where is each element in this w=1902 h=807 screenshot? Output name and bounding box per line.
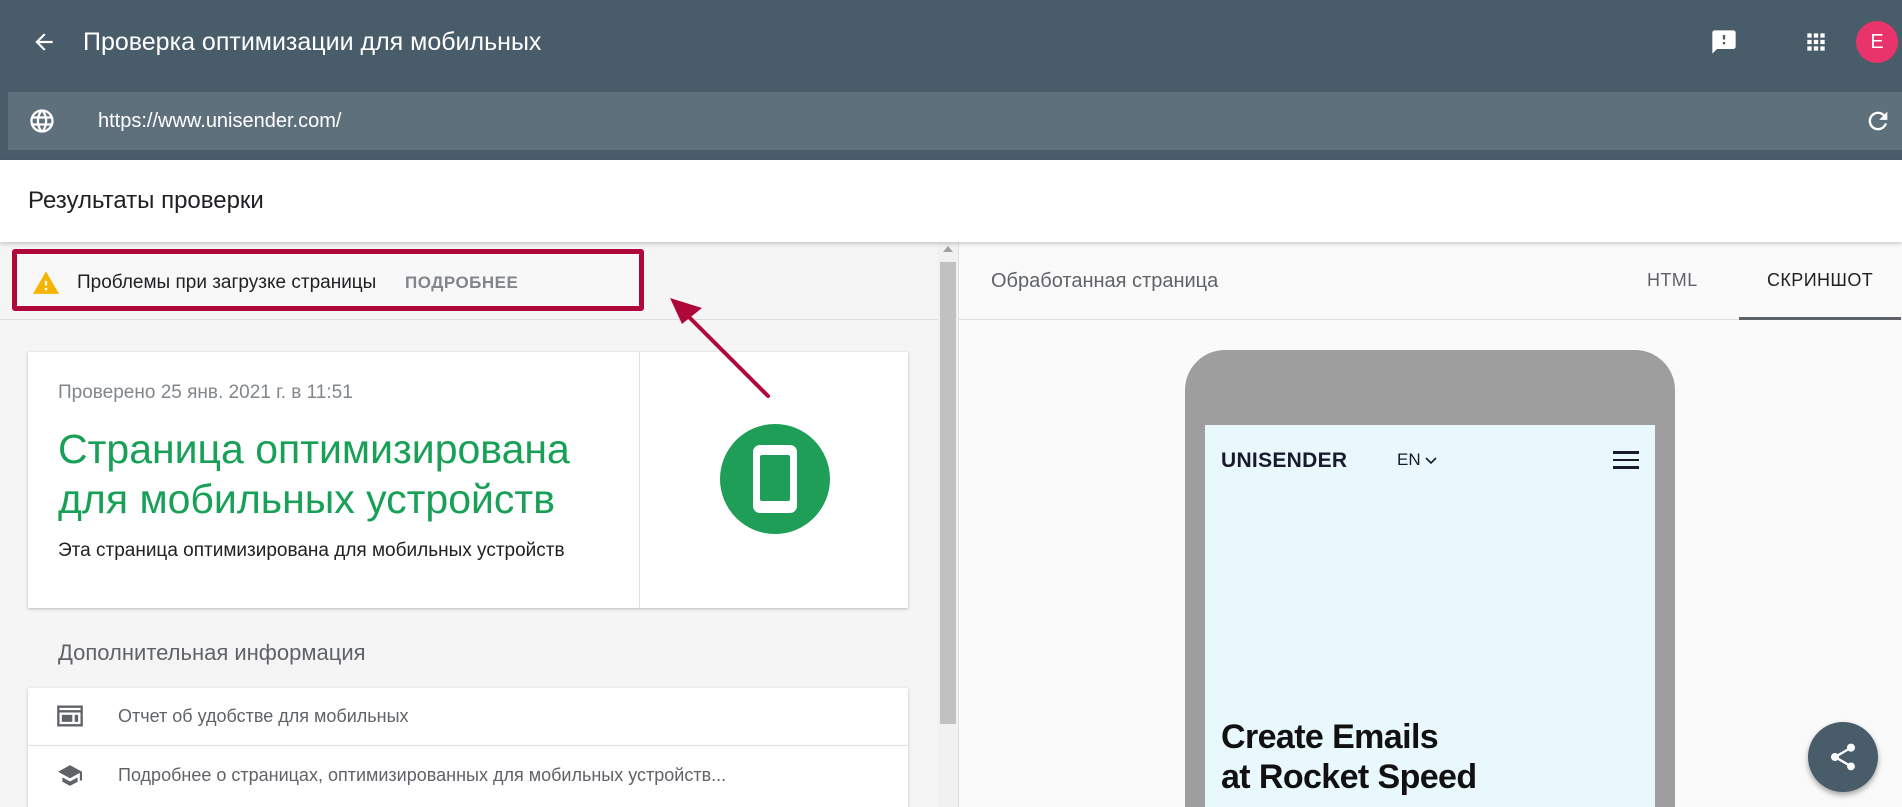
more-info-title: Дополнительная информация [58, 640, 366, 665]
feedback-button[interactable] [1704, 22, 1744, 62]
url-bar [8, 92, 1902, 150]
checked-date: Проверено 25 янв. 2021 г. в 11:51 [58, 382, 353, 403]
rendered-page-pane: Обработанная страница HTML СКРИНШОТ UNIS… [958, 242, 1902, 807]
reload-button[interactable] [1862, 105, 1894, 137]
verdict-title: Страница оптимизирована для мобильных ус… [58, 426, 570, 522]
tab-screenshot[interactable]: СКРИНШОТ [1767, 270, 1873, 291]
info-item-label: Подробнее о страницах, оптимизированных … [118, 765, 727, 785]
phone-frame: UNISENDER EN Create Emails at Rocket Spe… [1185, 350, 1675, 807]
app-bar: Проверка оптимизации для мобильных E [0, 0, 1902, 160]
share-icon [1831, 743, 1855, 771]
rendered-page-tabs: Обработанная страница HTML СКРИНШОТ [959, 242, 1902, 320]
site-language-label: EN [1397, 450, 1421, 469]
page-load-issues-alert: Проблемы при загрузке страницы ПОДРОБНЕЕ [12, 249, 644, 311]
more-info-list: Отчет об удобстве для мобильных Подробне… [28, 688, 908, 807]
tab-html[interactable]: HTML [1647, 270, 1698, 291]
apps-button[interactable] [1796, 22, 1836, 62]
arrow-back-icon [35, 33, 53, 51]
share-button[interactable] [1808, 722, 1878, 792]
screenshot-preview: UNISENDER EN Create Emails at Rocket Spe… [959, 320, 1902, 807]
verdict-subtitle: Эта страница оптимизирована для мобильны… [58, 540, 565, 561]
mobile-friendly-learn-more-link[interactable]: Подробнее о страницах, оптимизированных … [28, 747, 908, 805]
site-headline-line-2: at Rocket Speed [1221, 758, 1477, 796]
refresh-icon [1868, 111, 1888, 131]
verdict-card: Проверено 25 янв. 2021 г. в 11:51 Страни… [28, 352, 908, 608]
alert-text: Проблемы при загрузке страницы [77, 272, 377, 293]
warning-icon [33, 271, 59, 294]
results-pane: Проблемы при загрузке страницы ПОДРОБНЕЕ… [0, 242, 958, 807]
app-title: Проверка оптимизации для мобильных [83, 28, 542, 56]
results-title: Результаты проверки [28, 187, 264, 214]
back-button[interactable] [24, 22, 64, 62]
account-avatar[interactable]: E [1856, 21, 1898, 63]
url-input[interactable] [98, 102, 1798, 140]
chevron-down-icon [1425, 457, 1437, 465]
app-bar-row: Проверка оптимизации для мобильных E [0, 0, 1902, 86]
verdict-card-text: Проверено 25 янв. 2021 г. в 11:51 Страни… [28, 352, 640, 608]
alert-strip: Проблемы при загрузке страницы ПОДРОБНЕЕ [0, 242, 938, 320]
smartphone-icon [753, 445, 797, 513]
site-headline: Create Emails at Rocket Speed [1221, 717, 1641, 797]
site-headline-line-1: Create Emails [1221, 718, 1439, 756]
info-item-label: Отчет об удобстве для мобильных [118, 706, 409, 726]
scroll-up-arrow[interactable] [943, 246, 953, 252]
hamburger-menu-icon [1613, 451, 1639, 469]
rendered-page-label: Обработанная страница [991, 270, 1219, 292]
phone-screen: UNISENDER EN Create Emails at Rocket Spe… [1205, 425, 1655, 807]
mobile-friendly-badge [720, 424, 830, 534]
results-scrollbar[interactable] [938, 242, 958, 807]
apps-grid-icon [1807, 33, 1825, 51]
mobile-usability-report-link[interactable]: Отчет об удобстве для мобильных [28, 688, 908, 746]
scroll-thumb[interactable] [940, 262, 956, 724]
web-report-icon [57, 705, 83, 727]
site-logo: UNISENDER [1221, 449, 1348, 472]
details-link[interactable]: ПОДРОБНЕЕ [405, 273, 518, 293]
feedback-icon [1712, 30, 1736, 54]
school-cap-icon [58, 765, 82, 786]
globe-icon [30, 109, 54, 133]
site-language-selector: EN [1397, 450, 1437, 470]
results-header: Результаты проверки [0, 160, 1902, 242]
